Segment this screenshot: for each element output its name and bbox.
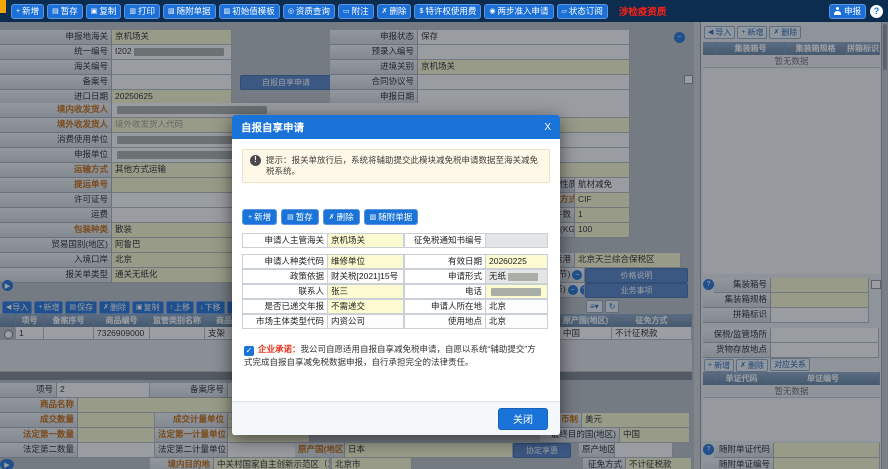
- dialog-toolbar-button[interactable]: ▧随附单据: [364, 209, 419, 225]
- field-value[interactable]: 北京: [486, 299, 548, 314]
- toolbar-button[interactable]: ✗删除: [377, 4, 412, 19]
- field-value[interactable]: 财关税[2021]15号: [328, 269, 404, 284]
- field-value[interactable]: 内资公司: [328, 314, 404, 329]
- dialog-toolbar-button[interactable]: ▤暂存: [281, 209, 319, 225]
- button-icon: ▧: [168, 8, 175, 15]
- toolbar-button[interactable]: ▱状态订阅: [557, 4, 608, 19]
- button-icon: $: [419, 8, 423, 15]
- field-label: 电话: [404, 284, 486, 299]
- dialog-toolbar-button[interactable]: +新增: [242, 209, 277, 225]
- dialog-title: 自报自享申请: [241, 120, 304, 135]
- field-value[interactable]: 无纸: [486, 269, 548, 284]
- field-value[interactable]: 不需递交: [328, 299, 404, 314]
- dialog-toolbar-button[interactable]: ✗删除: [323, 209, 360, 225]
- info-icon: !: [250, 155, 261, 166]
- top-toolbar: +新增▤暂存▣复制▥打印▧随附单据▨初始值模板◎资质查询▭附注✗删除$特许权使用…: [0, 0, 888, 22]
- field-value[interactable]: [486, 284, 548, 299]
- toolbar-button[interactable]: $特许权使用费: [414, 4, 481, 19]
- field-value[interactable]: 维修单位: [328, 254, 404, 269]
- field-label: 申请人所在地: [404, 299, 486, 314]
- button-icon: ✗: [382, 8, 388, 15]
- field-label: 申请形式: [404, 269, 486, 284]
- button-icon: ▥: [129, 8, 136, 15]
- form-row: 申请人种类代码维修单位有效日期20260225: [242, 254, 548, 269]
- button-icon: ▧: [370, 214, 377, 221]
- button-icon: ▤: [52, 8, 59, 15]
- self-declare-dialog: 自报自享申请 X ! 提示：报关单放行后，系统将辅助提交此模块减免税申请数据至海…: [232, 115, 560, 435]
- form-row: 市场主体类型代码内资公司使用地点北京: [242, 314, 548, 329]
- field-value[interactable]: 20260225: [486, 254, 548, 269]
- button-icon: ▱: [562, 8, 567, 15]
- declare-button-label: 申报: [844, 5, 861, 17]
- help-icon[interactable]: ?: [870, 5, 883, 18]
- field-label: 申请人种类代码: [242, 254, 328, 269]
- dialog-titlebar: 自报自享申请 X: [232, 115, 560, 139]
- promise-block: ✓企业承诺：我公司自愿适用自报自享减免税申请，自愿以系统“辅助提交”方式完成自报…: [244, 343, 544, 369]
- form-row: 政策依据财关税[2021]15号申请形式无纸: [242, 269, 548, 284]
- toolbar-button-group: +新增▤暂存▣复制▥打印▧随附单据▨初始值模板◎资质查询▭附注✗删除$特许权使用…: [11, 4, 608, 19]
- tip-banner: ! 提示：报关单放行后，系统将辅助提交此模块减免税申请数据至海关减免税系统。: [242, 149, 550, 183]
- close-icon[interactable]: X: [544, 122, 551, 133]
- toolbar-button[interactable]: ◎资质查询: [283, 4, 335, 19]
- person-icon: [834, 7, 842, 15]
- dialog-toolbar: +新增▤暂存✗删除▧随附单据: [242, 209, 550, 225]
- button-icon: ◎: [288, 8, 294, 15]
- field-label: 是否已递交年报: [242, 299, 328, 314]
- toolbar-button[interactable]: ▥打印: [124, 4, 160, 19]
- button-icon: ▣: [91, 8, 98, 15]
- redacted-text: [491, 288, 541, 296]
- form-row: 是否已递交年报不需递交申请人所在地北京: [242, 299, 548, 314]
- dialog-footer: 关闭: [232, 401, 560, 435]
- form-row: 申请人主管海关京机场关征免税通知书编号: [242, 233, 548, 248]
- field-label: 有效日期: [404, 254, 486, 269]
- field-label: 征免税通知书编号: [404, 233, 486, 248]
- quarantine-flag: 涉检疫资质: [619, 4, 667, 18]
- button-icon: +: [248, 214, 252, 221]
- toolbar-button[interactable]: +新增: [11, 4, 44, 19]
- field-label: 申请人主管海关: [242, 233, 328, 248]
- promise-label: 企业承诺：: [258, 344, 301, 354]
- field-label: 联系人: [242, 284, 328, 299]
- close-button[interactable]: 关闭: [498, 408, 548, 430]
- button-icon: ▤: [287, 214, 294, 221]
- field-value[interactable]: 京机场关: [328, 233, 404, 248]
- button-icon: ✗: [329, 214, 335, 221]
- button-icon: +: [16, 8, 20, 15]
- toolbar-button[interactable]: ▭附注: [338, 4, 374, 19]
- corner-marker-icon: [0, 0, 6, 13]
- button-icon: ▨: [224, 8, 231, 15]
- dialog-form-main: 申请人种类代码维修单位有效日期20260225政策依据财关税[2021]15号申…: [242, 254, 548, 329]
- toolbar-button[interactable]: ▣复制: [86, 4, 122, 19]
- button-icon: ▭: [343, 8, 350, 15]
- promise-checkbox[interactable]: ✓: [244, 346, 254, 356]
- field-label: 使用地点: [404, 314, 486, 329]
- button-icon: ◉: [489, 8, 495, 15]
- field-value[interactable]: 张三: [328, 284, 404, 299]
- toolbar-button[interactable]: ▨初始值模板: [219, 4, 280, 19]
- field-label: 政策依据: [242, 269, 328, 284]
- toolbar-button[interactable]: ▤暂存: [47, 4, 83, 19]
- form-row: 联系人张三电话: [242, 284, 548, 299]
- field-label: 市场主体类型代码: [242, 314, 328, 329]
- toolbar-button[interactable]: ◉两步准入申请: [484, 4, 553, 19]
- toolbar-button[interactable]: ▧随附单据: [163, 4, 216, 19]
- field-value[interactable]: [486, 233, 548, 248]
- field-value[interactable]: 北京: [486, 314, 548, 329]
- tip-text: 提示：报关单放行后，系统将辅助提交此模块减免税申请数据至海关减免税系统。: [266, 155, 542, 177]
- dialog-form-top: 申请人主管海关京机场关征免税通知书编号: [242, 233, 548, 248]
- declare-button[interactable]: 申报: [829, 4, 866, 19]
- redacted-text: [508, 273, 538, 281]
